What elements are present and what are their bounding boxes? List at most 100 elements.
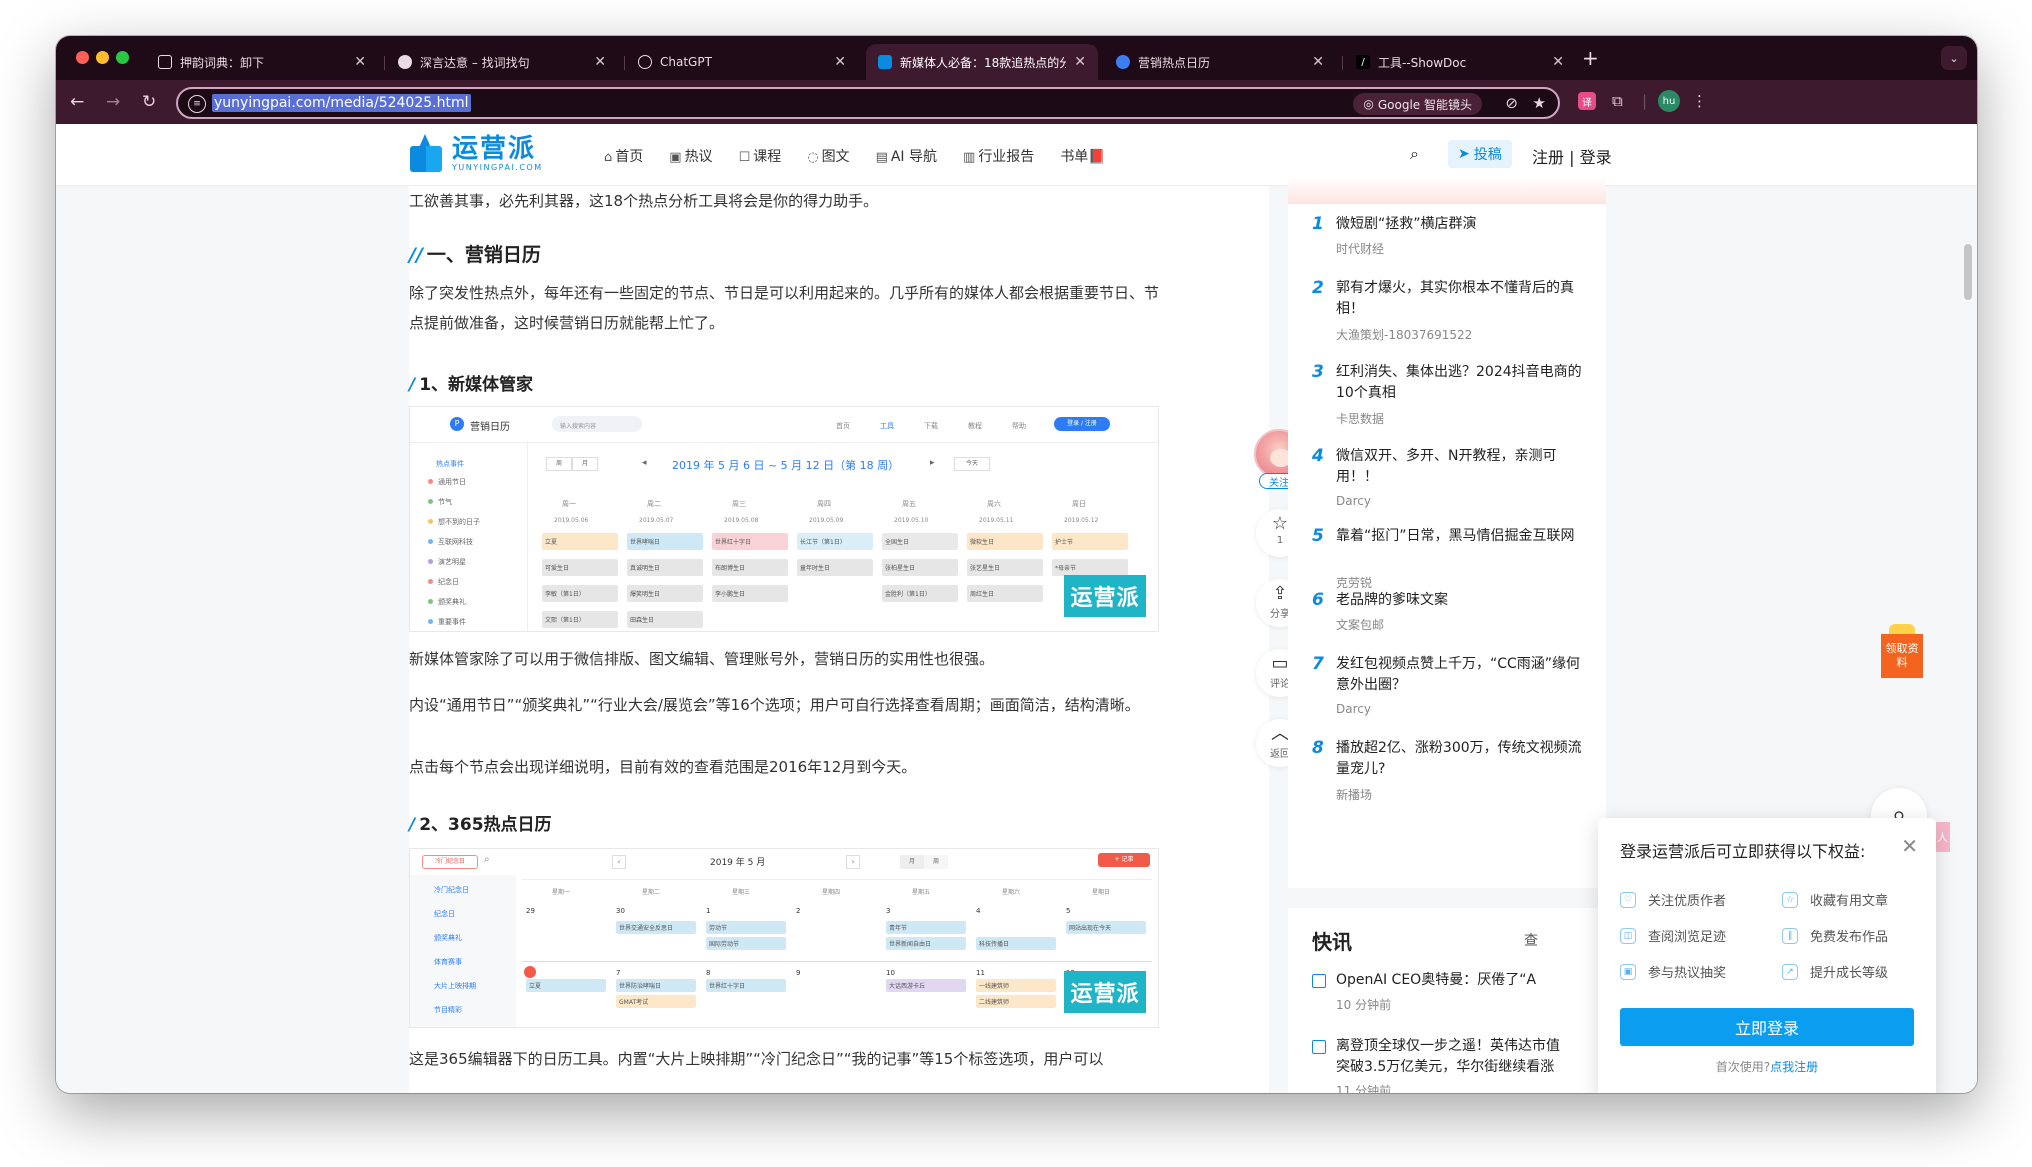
- extensions-puzzle-icon[interactable]: ⧉: [1612, 92, 1623, 110]
- chatgpt-icon: [638, 55, 652, 69]
- shot-date-label: 2019.05.12: [1064, 517, 1099, 524]
- new-tab-button[interactable]: +: [1582, 48, 1599, 68]
- shot2-event-cell: 世界红十字日: [706, 979, 786, 992]
- close-window-button[interactable]: [76, 51, 89, 64]
- calendar-365-image: 冷门纪念日 ⌕ ‹ 2019 年 5 月 › 月 周 + 记事 冷门纪念日 纪念…: [409, 848, 1159, 1028]
- site-info-icon[interactable]: ≡: [188, 95, 206, 113]
- shot2-day-number: 10: [886, 969, 895, 977]
- google-lens-chip[interactable]: ◎ Google 智能镜头: [1353, 93, 1482, 115]
- tab-yunyingpai-article[interactable]: 新媒体人必备：18款追热点的分析工具 ✕: [866, 44, 1098, 80]
- back-arrow-icon[interactable]: ←: [70, 91, 84, 113]
- hot-source: Darcy: [1336, 702, 1371, 716]
- shot-event-cell: 童年时生日: [797, 559, 873, 576]
- subheading: /2、365热点日历: [409, 815, 552, 835]
- benefit-follow: ♡ 关注优质作者: [1620, 890, 1726, 909]
- minimize-window-button[interactable]: [96, 51, 109, 64]
- tab-search-chevron-icon[interactable]: ⌄: [1941, 46, 1967, 70]
- shot2-event-cell: 青年节: [886, 921, 966, 934]
- tab-shenyandayi[interactable]: 深言达意 – 找词找句 ✕: [386, 44, 618, 80]
- shot-day-label: 周一: [562, 500, 576, 508]
- profile-avatar[interactable]: hu: [1658, 90, 1680, 112]
- login-button[interactable]: 立即登录: [1620, 1008, 1914, 1046]
- xinmeiti-calendar-image: P 营销日历 输入搜索内容 首页 工具 下载 教程 帮助 登录 / 注册 热点事…: [409, 406, 1159, 632]
- hot-source: 时代财经: [1336, 242, 1385, 256]
- nav-articles[interactable]: ◌ 图文: [807, 146, 849, 166]
- nav-booklist[interactable]: 书单📕: [1060, 146, 1105, 166]
- watermark-logo: 运营派: [1064, 971, 1146, 1013]
- tab-marketing-calendar[interactable]: 营销热点日历 ✕: [1104, 44, 1336, 80]
- close-tab-icon[interactable]: ✕: [1074, 54, 1086, 70]
- chat-bubble-icon: ◌: [807, 150, 819, 165]
- toolbar-divider: |: [1642, 92, 1648, 110]
- heading-slash-icon: /: [409, 375, 416, 395]
- bookmark-star-icon[interactable]: ★: [1533, 94, 1546, 112]
- shot-event-cell: 长江节（第1日）: [797, 533, 873, 550]
- shot2-event-cell: GMAT考试: [616, 995, 696, 1008]
- calendar-icon: [1116, 55, 1130, 69]
- close-tab-icon[interactable]: ✕: [834, 54, 846, 70]
- kuaixun-more-link[interactable]: 查: [1524, 930, 1538, 950]
- tab-showdoc[interactable]: / 工具--ShowDoc ✕: [1344, 44, 1576, 80]
- site-logo[interactable]: 运营派 YUNYINGPAI.COM: [410, 134, 543, 172]
- close-tab-icon[interactable]: ✕: [594, 54, 606, 70]
- submit-article-button[interactable]: ➤ 投稿: [1448, 140, 1512, 168]
- tab-strip: 押韵词典：卸下 ✕ 深言达意 – 找词找句 ✕ ChatGPT ✕ 新媒体人必备…: [56, 36, 1977, 80]
- web-page: 运营派 YUNYINGPAI.COM ⌂ 首页 ▣ 热议 ☐ 课程 ◌ 图文 ▤ AI 导…: [56, 124, 1977, 1093]
- heading-slash-icon: /: [409, 815, 416, 835]
- get-materials-widget[interactable]: 领取资料: [1881, 624, 1923, 678]
- maximize-window-button[interactable]: [116, 51, 129, 64]
- shot-event-cell: *母亲节: [1052, 559, 1128, 576]
- right-sidebar: 1 微短剧“拯救”横店群演 时代财经 2 郭有才爆火，其实你根本不懂背后的真相！ 大渔策划…: [1288, 176, 1606, 1093]
- shot-event-cell: 李敏（第1日）: [542, 585, 618, 602]
- shot-login: 登录 / 注册: [1054, 417, 1110, 431]
- url-text[interactable]: yunyingpai.com/media/524025.html: [212, 94, 471, 112]
- register-link[interactable]: 点我注册: [1770, 1060, 1818, 1074]
- yunyingpai-icon: [878, 55, 892, 69]
- news-icon: [1312, 1040, 1326, 1054]
- shot2-event-cell: 立夏: [526, 979, 606, 992]
- shot2-event-cell: 网站出现在今天: [1066, 921, 1146, 934]
- close-tab-icon[interactable]: ✕: [354, 54, 366, 70]
- close-tab-icon[interactable]: ✕: [1552, 54, 1564, 70]
- watermark-logo: 运营派: [1064, 575, 1146, 617]
- shot-event-cell: 世界红十字日: [712, 533, 788, 550]
- forward-arrow-icon[interactable]: →: [106, 91, 120, 113]
- shot2-weekday: 星期四: [822, 889, 841, 896]
- benefit-publish: ∥ 免费发布作品: [1782, 926, 1888, 945]
- intro-paragraph: 工欲善其事，必先利其器，这18个热点分析工具将会是你的得力助手。: [409, 192, 879, 210]
- tab-rhyme-dictionary[interactable]: 押韵词典：卸下 ✕: [146, 44, 378, 80]
- reload-icon[interactable]: ↻: [142, 91, 156, 113]
- shot2-day-number: 1: [706, 907, 711, 915]
- nav-reports[interactable]: ▥ 行业报告: [963, 146, 1034, 166]
- search-icon[interactable]: ⌕: [1410, 144, 1419, 164]
- footprint-icon: ◫: [1620, 927, 1636, 944]
- address-bar[interactable]: ≡ yunyingpai.com/media/524025.html ◎ Goo…: [176, 87, 1560, 119]
- shot-day-label: 周二: [647, 500, 661, 508]
- nav-ai[interactable]: ▤ AI 导航: [876, 146, 937, 166]
- shot-event-cell: 世界哮喘日: [627, 533, 703, 550]
- eye-off-icon[interactable]: ⊘: [1505, 94, 1518, 112]
- tab-chatgpt[interactable]: ChatGPT ✕: [626, 44, 858, 80]
- close-tab-icon[interactable]: ✕: [1312, 54, 1324, 70]
- shot2-sidebar: 冷门纪念日 纪念日 颁奖典礼 体育赛事 大片上映排期 节目精彩: [410, 875, 516, 1027]
- shot-search: 输入搜索内容: [552, 416, 642, 432]
- ai-icon: ▤: [875, 150, 888, 165]
- shot2-day-number: 29: [526, 907, 535, 915]
- rank-number: 3: [1312, 362, 1324, 382]
- nav-discussion[interactable]: ▣ 热议: [669, 146, 712, 166]
- benefit-history: ◫ 查阅浏览足迹: [1620, 926, 1726, 945]
- news-icon: [1312, 974, 1326, 988]
- more-menu-icon[interactable]: ⋮: [1692, 92, 1707, 110]
- shot2-day-number: 7: [616, 969, 621, 977]
- hot-title: 发红包视频点赞上千万，“CC雨涵”缘何意外出圈？: [1336, 656, 1581, 693]
- trend-icon: ↗: [1782, 963, 1798, 980]
- register-login-link[interactable]: 注册 | 登录: [1532, 144, 1612, 168]
- shot2-weekday: 星期一: [552, 889, 571, 896]
- close-icon[interactable]: ✕: [1901, 834, 1918, 858]
- nav-home[interactable]: ⌂ 首页: [604, 146, 643, 166]
- shot2-day-number: 5: [1066, 907, 1071, 915]
- nav-courses[interactable]: ☐ 课程: [739, 146, 782, 166]
- translate-extension-icon[interactable]: 译: [1578, 92, 1596, 110]
- popup-title: 登录运营派后可立即获得以下权益:: [1620, 842, 1866, 861]
- page-scrollbar[interactable]: [1964, 244, 1972, 300]
